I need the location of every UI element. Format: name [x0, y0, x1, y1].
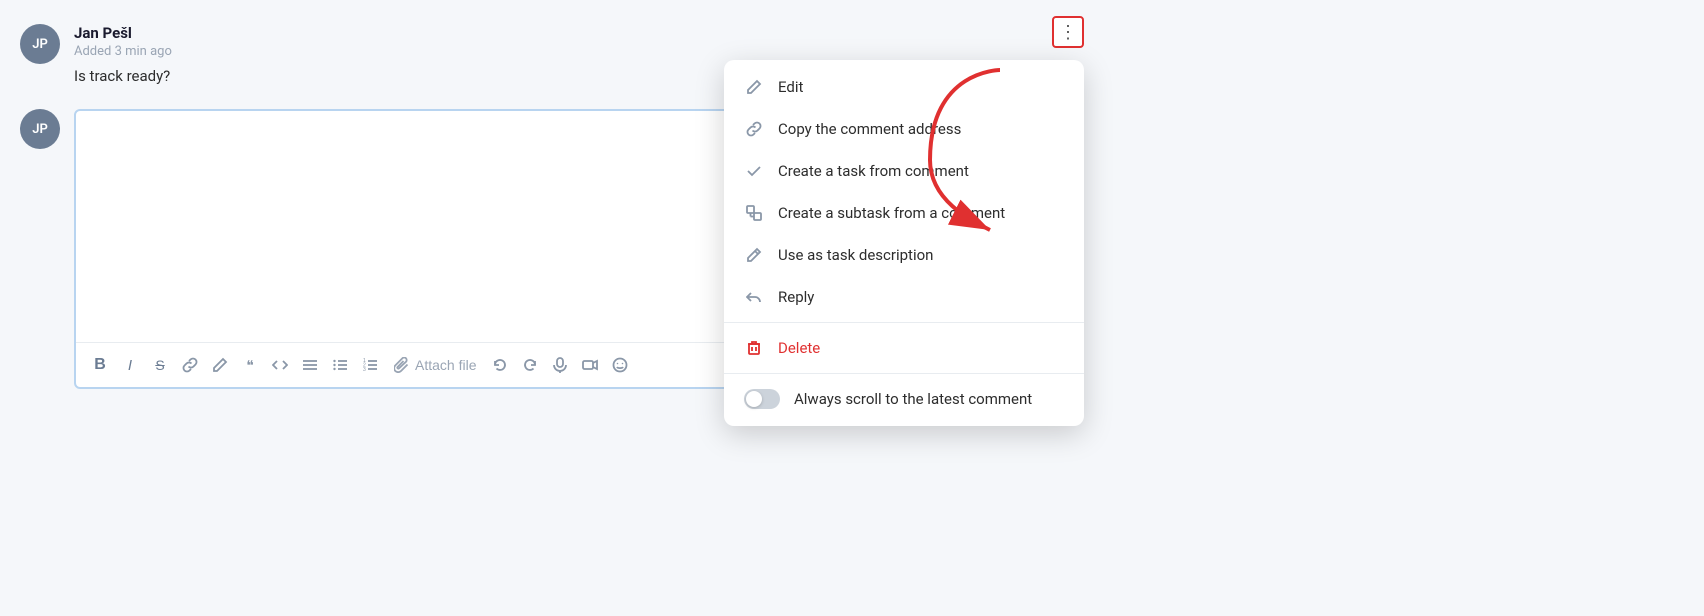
menu-create-task-label: Create a task from comment	[778, 162, 969, 180]
ordered-list-button[interactable]: 1 2 3	[358, 353, 382, 377]
emoji-icon	[612, 357, 628, 373]
attach-file-label: Attach file	[415, 357, 476, 373]
bullet-list-icon	[332, 357, 348, 373]
menu-item-edit[interactable]: Edit	[724, 66, 1084, 108]
avatar: JP	[20, 24, 60, 64]
pen-button[interactable]	[208, 353, 232, 377]
toggle-label: Always scroll to the latest comment	[794, 390, 1032, 408]
dropdown-menu: Edit Copy the comment address Create a t…	[724, 60, 1084, 426]
menu-copy-address-label: Copy the comment address	[778, 120, 961, 138]
menu-item-use-description[interactable]: Use as task description	[724, 234, 1084, 276]
menu-divider-2	[724, 373, 1084, 374]
scroll-toggle[interactable]	[744, 389, 780, 409]
redo-button[interactable]	[518, 353, 542, 377]
menu-edit-label: Edit	[778, 78, 803, 96]
description-icon	[744, 245, 764, 265]
link-button[interactable]	[178, 353, 202, 377]
video-button[interactable]	[578, 353, 602, 377]
pencil-icon	[744, 77, 764, 97]
menu-item-create-task[interactable]: Create a task from comment	[724, 150, 1084, 192]
comment-text: Is track ready?	[74, 67, 172, 85]
toggle-knob	[746, 391, 762, 407]
check-icon	[744, 161, 764, 181]
menu-create-subtask-label: Create a subtask from a comment	[778, 204, 1005, 222]
copy-link-icon	[744, 119, 764, 139]
italic-button[interactable]: I	[118, 353, 142, 377]
link-icon	[182, 357, 198, 373]
strikethrough-button[interactable]: S	[148, 353, 172, 377]
menu-item-create-subtask[interactable]: Create a subtask from a comment	[724, 192, 1084, 234]
bullet-list-button[interactable]	[328, 353, 352, 377]
menu-delete-label: Delete	[778, 339, 820, 357]
subtask-icon	[744, 203, 764, 223]
menu-reply-label: Reply	[778, 288, 814, 306]
reply-avatar: JP	[20, 109, 60, 149]
comment-meta: Added 3 min ago	[74, 44, 172, 59]
hr-button[interactable]	[298, 353, 322, 377]
paperclip-icon	[394, 357, 410, 373]
mic-button[interactable]	[548, 353, 572, 377]
undo-icon	[492, 357, 508, 373]
ordered-list-icon: 1 2 3	[362, 357, 378, 373]
attach-file-button[interactable]: Attach file	[388, 355, 482, 375]
video-icon	[582, 357, 598, 373]
menu-item-reply[interactable]: Reply	[724, 276, 1084, 318]
code-icon	[272, 357, 288, 373]
menu-item-delete[interactable]: Delete	[724, 327, 1084, 369]
undo-button[interactable]	[488, 353, 512, 377]
menu-use-description-label: Use as task description	[778, 246, 933, 264]
comment-author: Jan Pešl	[74, 24, 172, 42]
menu-divider	[724, 322, 1084, 323]
hr-icon	[302, 357, 318, 373]
menu-item-copy-address[interactable]: Copy the comment address	[724, 108, 1084, 150]
toggle-row: Always scroll to the latest comment	[724, 378, 1084, 420]
trash-icon	[744, 338, 764, 358]
quote-button[interactable]: ❝	[238, 353, 262, 377]
svg-text:3: 3	[363, 367, 366, 373]
mic-icon	[552, 357, 568, 373]
code-button[interactable]	[268, 353, 292, 377]
reply-icon	[744, 287, 764, 307]
redo-icon	[522, 357, 538, 373]
emoji-button[interactable]	[608, 353, 632, 377]
bold-button[interactable]: B	[88, 353, 112, 377]
pen-icon	[212, 357, 228, 373]
three-dot-button[interactable]: ⋮	[1052, 16, 1084, 48]
comment-body: Jan Pešl Added 3 min ago Is track ready?	[74, 24, 172, 85]
